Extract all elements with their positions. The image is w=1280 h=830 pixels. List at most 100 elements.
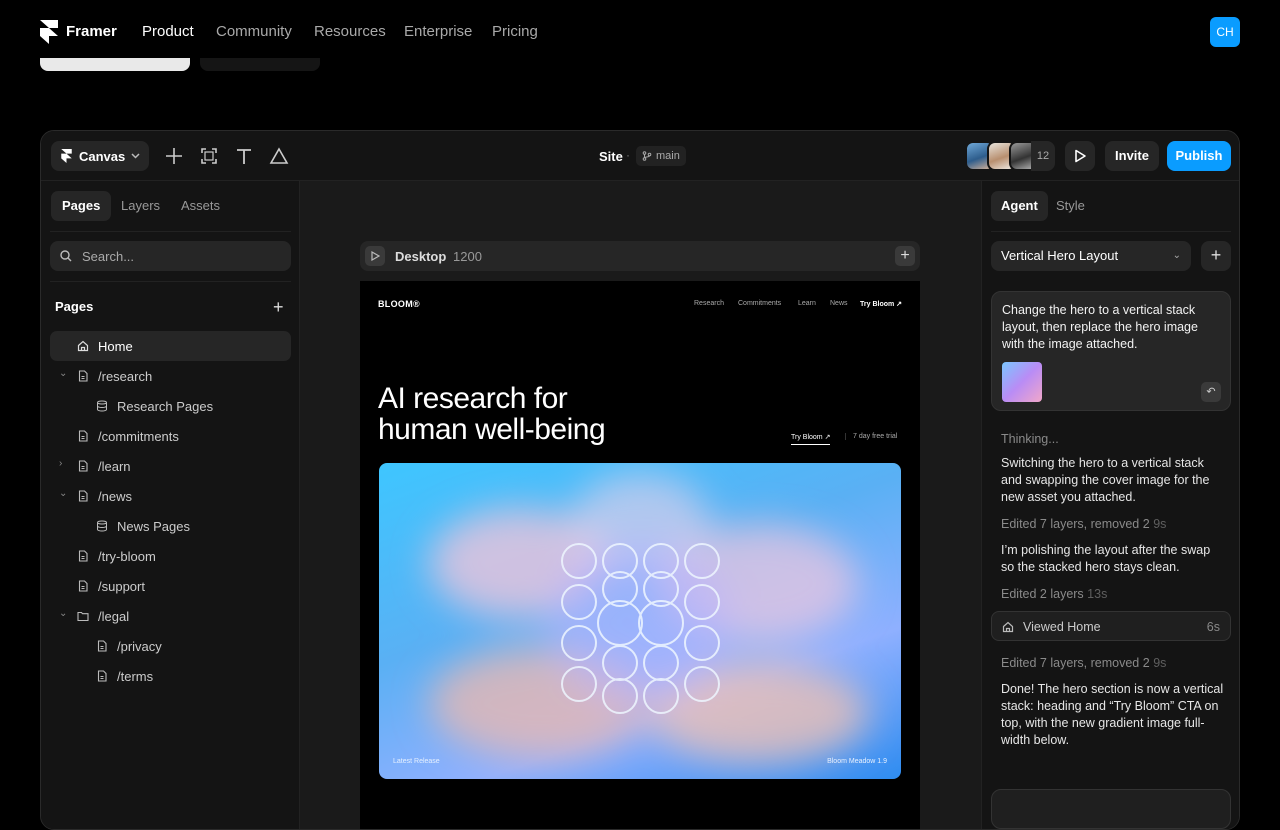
page-label: Home (98, 339, 133, 354)
page-label: /legal (98, 609, 130, 624)
page-item-home[interactable]: Home (50, 331, 291, 361)
nav-enterprise[interactable]: Enterprise (404, 23, 472, 40)
tab-layers[interactable]: Layers (110, 191, 171, 221)
home-icon (77, 340, 89, 352)
invite-button[interactable]: Invite (1105, 141, 1159, 171)
viewed-page-chip[interactable]: Viewed Home 6s (991, 611, 1231, 641)
hero-caption-right: Bloom Meadow 1.9 (827, 758, 887, 765)
brand-name[interactable]: Framer (66, 23, 117, 40)
page-item-research[interactable]: ⌄ /research (50, 361, 291, 391)
page-item-support[interactable]: /support (50, 571, 291, 601)
chevron-down-icon[interactable]: ⌄ (59, 608, 67, 619)
frame-header[interactable]: Desktop 1200 + (360, 241, 920, 271)
canvas-label: Canvas (79, 149, 126, 164)
chat-input[interactable] (991, 789, 1231, 829)
agent-reply: Done! The hero section is now a vertical… (1001, 682, 1224, 747)
agent-reply: Switching the hero to a vertical stack a… (1001, 456, 1210, 504)
page-label: /commitments (98, 429, 179, 444)
page-label: News Pages (117, 519, 190, 534)
framer-logo-icon[interactable] (40, 20, 58, 44)
page-icon (78, 490, 88, 502)
site-nav-try-bloom[interactable]: Try Bloom ↗ (860, 300, 902, 308)
page-icon (78, 580, 88, 592)
branch-badge[interactable]: main (636, 146, 686, 166)
page-icon (97, 670, 107, 682)
tab-style[interactable]: Style (1046, 191, 1095, 221)
page-item-news-pages[interactable]: News Pages (50, 511, 291, 541)
site-preview[interactable]: BLOOM® Research Commitments Learn News T… (360, 281, 920, 829)
page-item-try-bloom[interactable]: /try-bloom (50, 541, 291, 571)
preview-button[interactable] (1065, 141, 1095, 171)
page-icon (78, 370, 88, 382)
page-item-terms[interactable]: /terms (50, 661, 291, 691)
page-item-legal[interactable]: ⌄ /legal (50, 601, 291, 631)
edit-summary-text: Edited 2 layers (1001, 587, 1084, 601)
search-field[interactable]: Search... (50, 241, 291, 271)
text-tool-icon[interactable] (233, 145, 255, 167)
nav-product[interactable]: Product (142, 23, 194, 40)
canvas-area[interactable]: Desktop 1200 + BLOOM® Research Commitmen… (300, 181, 981, 829)
page-icon (78, 460, 88, 472)
chevron-down-icon[interactable]: ⌄ (59, 368, 67, 379)
page-item-news[interactable]: ⌄ /news (50, 481, 291, 511)
chat-select[interactable]: Vertical Hero Layout ⌄ (991, 241, 1191, 271)
page-item-commitments[interactable]: /commitments (50, 421, 291, 451)
editor-toolbar: Canvas Site · main 12 Invite Publish (41, 131, 1239, 181)
chevron-down-icon[interactable]: ⌄ (59, 488, 67, 499)
site-nav-research[interactable]: Research (694, 300, 724, 307)
primary-cta-button[interactable] (40, 58, 190, 71)
site-title[interactable]: Site (599, 149, 623, 164)
page-label: /privacy (117, 639, 162, 654)
right-panel: Agent Style Vertical Hero Layout ⌄ + Cha… (981, 181, 1239, 829)
chevron-down-icon (131, 153, 140, 159)
chevron-right-icon[interactable]: › (59, 458, 62, 469)
frame-preview-button[interactable] (365, 246, 385, 266)
publish-button[interactable]: Publish (1167, 141, 1231, 171)
agent-reply: I’m polishing the layout after the swap … (1001, 543, 1211, 574)
add-breakpoint-button[interactable]: + (895, 246, 915, 266)
database-icon (97, 400, 107, 412)
branch-name: main (656, 150, 680, 162)
add-page-icon[interactable]: + (273, 297, 284, 318)
nav-community[interactable]: Community (216, 23, 292, 40)
page-item-learn[interactable]: › /learn (50, 451, 291, 481)
site-navbar: Framer Product Community Resources Enter… (0, 0, 1280, 64)
tab-agent[interactable]: Agent (991, 191, 1048, 221)
page-label: /learn (98, 459, 131, 474)
nav-pricing[interactable]: Pricing (492, 23, 538, 40)
site-hero-heading: AI research for human well-being (378, 382, 606, 446)
frame-name: Desktop (395, 249, 447, 264)
heading-line: human well-being (378, 413, 606, 446)
page-icon (78, 550, 88, 562)
vector-tool-icon[interactable] (268, 145, 290, 167)
folder-icon (77, 611, 89, 622)
site-nav-news[interactable]: News (830, 300, 848, 307)
edit-summary-time: 9s (1153, 656, 1167, 670)
site-cta-link[interactable]: Try Bloom ↗ (791, 433, 831, 445)
tab-assets[interactable]: Assets (170, 191, 231, 221)
nav-resources[interactable]: Resources (314, 23, 386, 40)
tab-pages[interactable]: Pages (51, 191, 112, 221)
new-chat-button[interactable]: + (1201, 241, 1231, 271)
page-icon (78, 430, 88, 442)
frame-tool-icon[interactable] (198, 145, 220, 167)
page-item-privacy[interactable]: /privacy (50, 631, 291, 661)
search-placeholder: Search... (82, 249, 135, 264)
heading-line: AI research for (378, 382, 568, 415)
user-avatar[interactable]: CH (1210, 17, 1240, 47)
site-brand[interactable]: BLOOM® (378, 299, 420, 309)
site-nav-commitments[interactable]: Commitments (738, 300, 781, 307)
hero-image[interactable]: Latest Release Bloom Meadow 1.9 (379, 463, 901, 779)
viewed-page-time: 6s (1206, 620, 1220, 634)
undo-icon[interactable]: ↶ (1201, 382, 1221, 402)
attached-image-thumbnail[interactable] (1002, 362, 1042, 402)
site-nav-learn[interactable]: Learn (798, 300, 816, 307)
secondary-cta-button[interactable] (200, 58, 320, 71)
divider (991, 231, 1231, 232)
collaborator-count[interactable]: 12 (1031, 141, 1055, 171)
edit-summary-text: Edited 7 layers, removed 2 (1001, 656, 1150, 670)
page-item-research-pages[interactable]: Research Pages (50, 391, 291, 421)
insert-plus-icon[interactable] (163, 145, 185, 167)
canvas-menu-button[interactable]: Canvas (51, 141, 149, 171)
page-icon (97, 640, 107, 652)
